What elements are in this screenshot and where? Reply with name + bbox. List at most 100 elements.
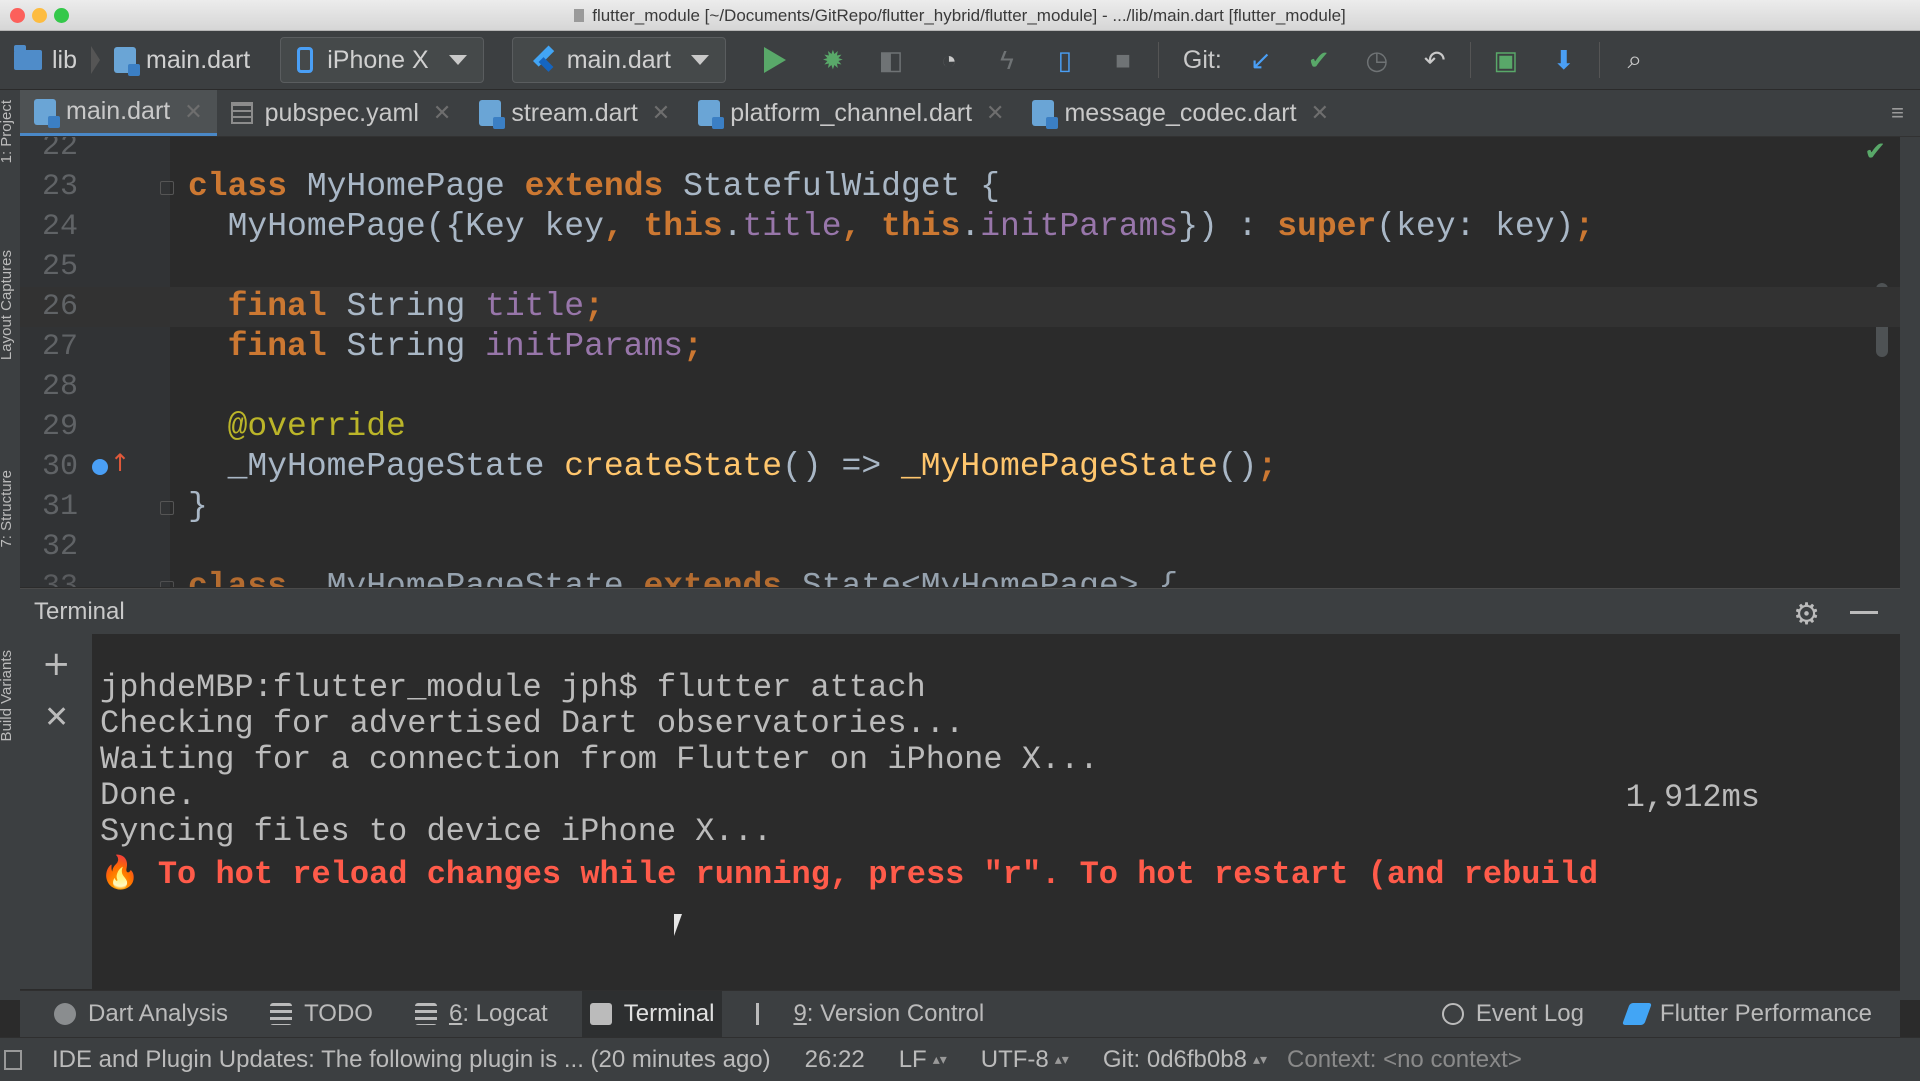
line-number: 33 <box>41 570 78 587</box>
tab-stream-dart[interactable]: stream.dart ✕ <box>465 90 684 136</box>
vc-label: : Version Control <box>806 1000 985 1027</box>
code-editor[interactable]: ✔ 22 23 class MyHomePage extends StatefulW… <box>20 137 1900 587</box>
code-line: 29 @override <box>20 407 1900 447</box>
hot-reload-button[interactable]: ϟ <box>992 45 1022 75</box>
gear-icon[interactable]: ⚙ <box>1793 597 1820 632</box>
code-token: String <box>346 328 486 365</box>
git-update-button[interactable]: ↙ <box>1246 45 1276 75</box>
coverage-button[interactable]: ◧ <box>876 45 906 75</box>
profile-button[interactable]: ◔ <box>934 45 964 75</box>
code-line: 31} <box>20 487 1900 527</box>
breadcrumb-lib[interactable]: lib <box>0 31 77 89</box>
git-branch[interactable]: Git: 0d6fb0b8 ▴▾ <box>1103 1046 1267 1074</box>
tab-pubspec-yaml[interactable]: pubspec.yaml ✕ <box>217 90 466 136</box>
run-config-label: main.dart <box>566 45 671 74</box>
structure-tool-button[interactable]: 7: Structure <box>0 470 15 548</box>
code-token: class <box>188 568 307 587</box>
code-line: 23 class MyHomePage extends StatefulWidge… <box>20 167 1900 207</box>
close-tab-icon[interactable]: ✕ <box>1311 100 1329 126</box>
tab-label: main.dart <box>66 97 171 125</box>
tab-list-menu-icon[interactable]: ≡ <box>1891 100 1904 126</box>
code-line: 32 <box>20 527 1900 567</box>
run-config-selector[interactable]: main.dart <box>511 37 726 83</box>
override-method-icon[interactable] <box>92 459 108 475</box>
code-token: (key: key) <box>1376 208 1575 245</box>
close-tab-icon[interactable]: ✕ <box>652 100 670 126</box>
flutter-icon <box>529 47 555 73</box>
code-token: State<MyHomePage> { <box>801 568 1179 587</box>
vc-mnemonic: 9 <box>793 1000 807 1027</box>
code-text: class _MyHomePageState extends State<MyH… <box>188 567 1178 587</box>
search-everywhere-button[interactable]: ⌕ <box>1620 44 1650 75</box>
restart-icon: ▯ <box>1057 44 1073 75</box>
close-tab-icon[interactable]: ✕ <box>433 100 451 126</box>
logcat-tool-button[interactable]: 6: Logcat <box>407 991 556 1037</box>
line-separator[interactable]: LF ▴▾ <box>899 1046 947 1074</box>
layout-captures-tool-button[interactable]: Layout Captures <box>0 250 15 360</box>
tab-message_codec-dart[interactable]: message_codec.dart ✕ <box>1018 90 1343 136</box>
build-variants-tool-button[interactable]: Build Variants <box>0 650 15 741</box>
code-line: 27 final String initParams; <box>20 327 1900 367</box>
line-number: 24 <box>41 210 78 244</box>
stop-button[interactable]: ■ <box>1108 45 1138 75</box>
code-token: ; <box>683 328 703 365</box>
phone-icon <box>297 47 314 73</box>
debug-button[interactable]: ✹ <box>818 45 848 75</box>
code-token: ; <box>1257 448 1278 485</box>
encoding-label: UTF-8 <box>980 1045 1049 1073</box>
code-token: initParams <box>980 208 1179 245</box>
version-control-tool-button[interactable]: 9: Version Control <box>748 991 992 1037</box>
event-log-label: Event Log <box>1475 1000 1584 1027</box>
hot-restart-button[interactable]: ▯ <box>1050 45 1080 75</box>
status-bar: IDE and Plugin Updates: The following pl… <box>0 1037 1920 1081</box>
code-text: MyHomePage({Key key, this.title, this.in… <box>188 207 1595 247</box>
git-history-button[interactable]: ◷ <box>1362 45 1392 75</box>
new-session-plus-icon[interactable]: + <box>42 644 71 684</box>
toolbar-divider <box>1469 42 1471 78</box>
device-selector[interactable]: iPhone X <box>280 37 484 83</box>
caret-position[interactable]: 26:22 <box>805 1046 865 1074</box>
code-token: class <box>188 168 307 205</box>
status-message[interactable]: IDE and Plugin Updates: The following pl… <box>52 1046 771 1074</box>
git-label: Git: <box>1182 45 1222 74</box>
flutter-icon <box>1621 1003 1652 1025</box>
git-revert-button[interactable]: ↶ <box>1420 45 1450 75</box>
fold-marker-icon[interactable] <box>160 501 174 515</box>
minimize-icon[interactable] <box>1850 611 1878 614</box>
breadcrumb-file[interactable]: main.dart <box>114 31 250 89</box>
fold-marker-icon[interactable] <box>160 181 174 195</box>
avd-manager-button[interactable]: ▣ <box>1491 45 1521 75</box>
close-session-icon[interactable]: ✕ <box>44 700 69 735</box>
close-tab-icon[interactable]: ✕ <box>184 99 202 125</box>
tab-label: pubspec.yaml <box>264 98 419 127</box>
code-text: class MyHomePage extends StatefulWidget … <box>188 167 1000 207</box>
sdk-download-icon: ⬇ <box>1552 44 1575 75</box>
fold-marker-icon[interactable] <box>160 581 174 587</box>
terminal-tool-button[interactable]: Terminal <box>581 991 723 1037</box>
line-number: 29 <box>41 410 78 444</box>
file-encoding[interactable]: UTF-8 ▴▾ <box>981 1046 1069 1074</box>
sdk-manager-button[interactable]: ⬇ <box>1549 45 1579 75</box>
flutter-performance-tool-button[interactable]: Flutter Performance <box>1618 991 1880 1037</box>
search-icon: ⌕ <box>1627 44 1643 74</box>
terminal-output[interactable]: Syncing files to device iPhone X... Done.… <box>92 634 1900 989</box>
context-indicator[interactable]: Context: <no context> <box>1287 1046 1522 1074</box>
close-tab-icon[interactable]: ✕ <box>986 100 1004 126</box>
code-token: , <box>841 208 882 245</box>
code-token: . <box>960 208 981 245</box>
project-tool-button[interactable]: 1: Project <box>0 100 15 163</box>
tab-platform_channel-dart[interactable]: platform_channel.dart ✕ <box>684 90 1018 136</box>
arrow-down-left-icon: ↙ <box>1249 44 1272 75</box>
code-text: final String initParams; <box>188 327 703 367</box>
dart-analysis-tool-button[interactable]: Dart Analysis <box>46 991 236 1037</box>
line-number: 30 <box>41 450 78 484</box>
todo-tool-button[interactable]: TODO <box>262 991 381 1037</box>
run-button[interactable] <box>760 45 790 75</box>
code-line: 30 _MyHomePageState createState() => _My… <box>20 447 1900 487</box>
git-commit-button[interactable]: ✔ <box>1304 45 1334 75</box>
hot-reload-message: 🔥 To hot reload changes while running, pr… <box>100 852 1598 895</box>
event-log-tool-button[interactable]: Event Log <box>1434 991 1592 1037</box>
code-token: @override <box>188 408 406 445</box>
tab-main-dart[interactable]: main.dart ✕ <box>20 90 217 136</box>
toggle-tool-windows-icon[interactable] <box>4 1049 22 1070</box>
